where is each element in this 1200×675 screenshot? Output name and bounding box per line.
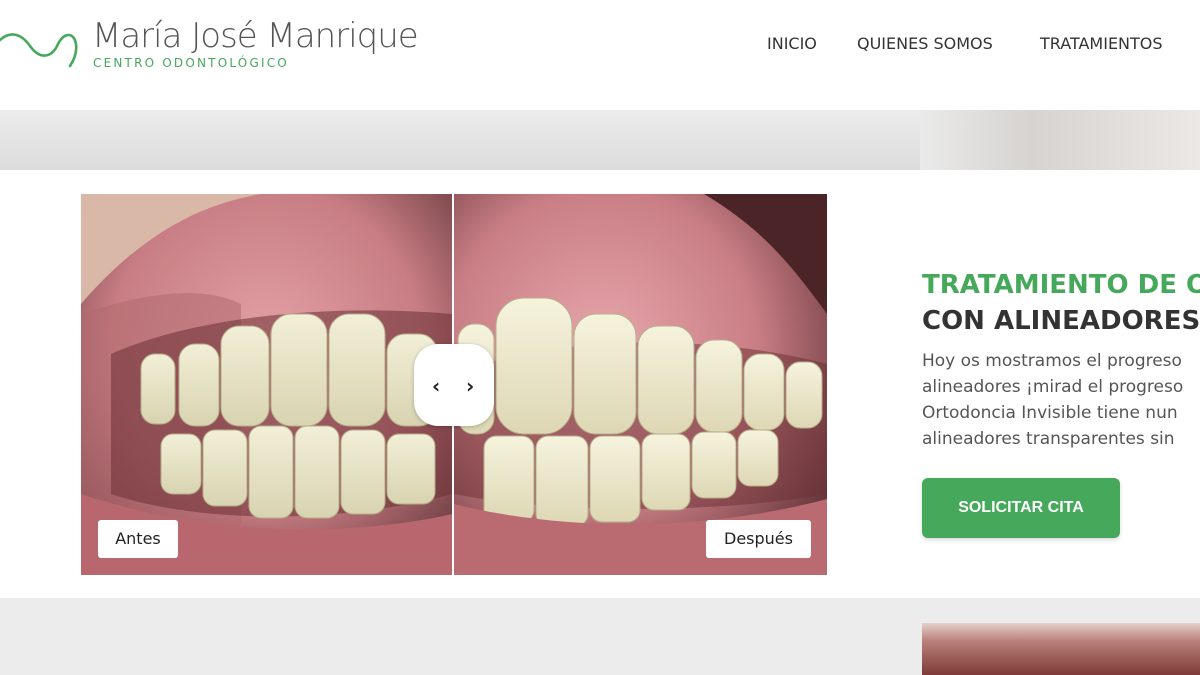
before-after-slider[interactable]: ‹ › Antes Después [81, 194, 827, 575]
section-divider-top [0, 110, 920, 170]
main-nav: INICIO QUIENES SOMOS TRATAMIENTOS [0, 34, 1200, 54]
chevron-right-icon: › [466, 374, 475, 398]
nav-item-inicio[interactable]: INICIO [767, 34, 817, 53]
next-section-photo [922, 623, 1200, 675]
before-label: Antes [98, 520, 178, 558]
nav-item-quienes-somos[interactable]: QUIENES SOMOS [857, 34, 993, 53]
before-photo [81, 194, 452, 575]
site-header: María José Manrique CENTRO ODONTOLÓGICO … [0, 0, 1200, 110]
after-photo [454, 194, 827, 575]
chevron-left-icon: ‹ [432, 374, 441, 398]
slider-handle[interactable]: ‹ › [414, 344, 494, 426]
nav-item-tratamientos[interactable]: TRATAMIENTOS [1040, 34, 1163, 53]
solicitar-cita-button[interactable]: SOLICITAR CITA [922, 478, 1120, 538]
body-line: alineadores transparentes sin [922, 429, 1175, 449]
section-body: Hoy os mostramos el progreso alineadores… [922, 348, 1200, 452]
body-line: alineadores ¡mirad el progreso [922, 377, 1184, 397]
body-line: Ortodoncia Invisible tiene nun [922, 403, 1178, 423]
logo-subtitle: CENTRO ODONTOLÓGICO [93, 56, 289, 70]
section-title-line2: CON ALINEADORES [922, 306, 1200, 336]
section-title-line1: TRATAMIENTO DE O [922, 270, 1200, 300]
section-background-photo [920, 110, 1200, 170]
body-line: Hoy os mostramos el progreso [922, 351, 1182, 371]
after-label: Después [706, 520, 811, 558]
